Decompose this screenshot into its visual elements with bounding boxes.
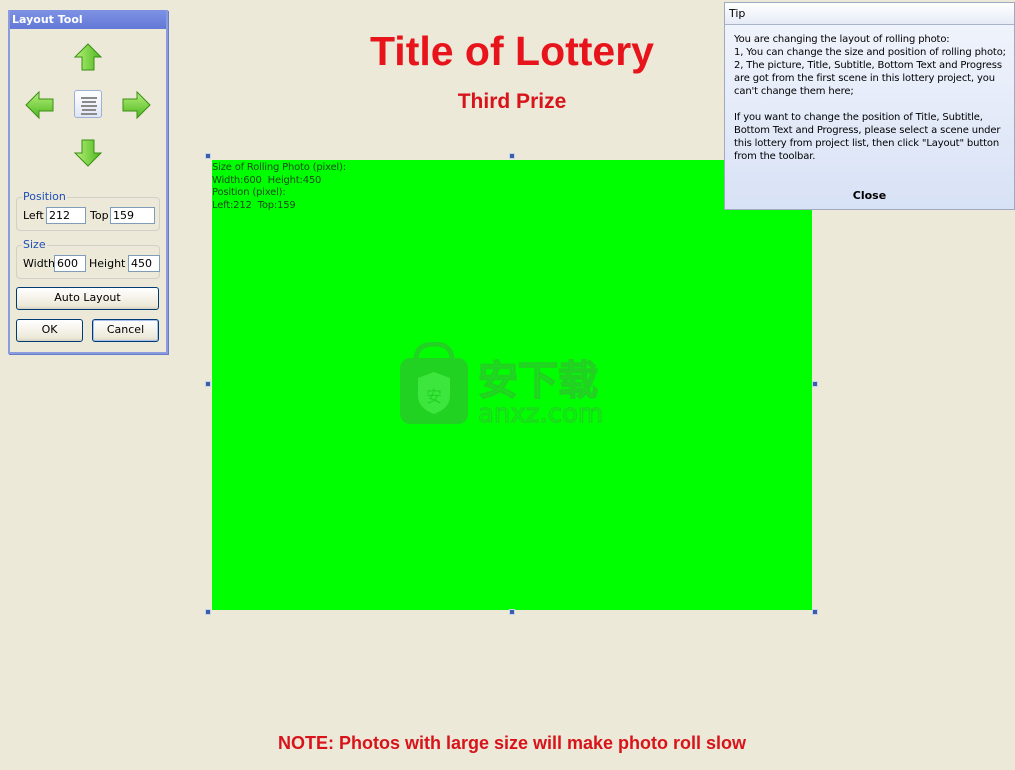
move-left-button[interactable]: [24, 90, 56, 120]
arrow-right-icon: [122, 90, 151, 120]
auto-layout-button[interactable]: Auto Layout: [16, 287, 159, 310]
move-up-button[interactable]: [72, 42, 104, 72]
center-align-button[interactable]: [74, 90, 102, 118]
tip-paragraph: If you want to change the position of Ti…: [734, 112, 1001, 162]
layout-tool-titlebar[interactable]: Layout Tool: [10, 10, 166, 29]
resize-handle-bottom-right[interactable]: [812, 609, 818, 615]
align-line: [82, 101, 96, 103]
position-legend: Position: [22, 190, 67, 204]
watermark-domain: anxz.com: [478, 399, 603, 427]
resize-handle-top[interactable]: [509, 153, 515, 159]
top-label: Top: [90, 209, 109, 222]
cancel-button[interactable]: Cancel: [92, 319, 159, 342]
resize-handle-bottom[interactable]: [509, 609, 515, 615]
watermark-text: 安下载: [478, 358, 598, 404]
watermark: 安 安下载 anxz.com: [398, 341, 618, 430]
arrow-up-icon: [73, 43, 103, 71]
tip-body: You are changing the layout of rolling p…: [734, 33, 1014, 163]
top-input[interactable]: [110, 207, 155, 224]
arrow-left-icon: [25, 90, 54, 120]
resize-handle-bottom-left[interactable]: [205, 609, 211, 615]
ok-button[interactable]: OK: [16, 319, 83, 342]
photo-info-line: Position (pixel):: [212, 187, 286, 198]
tip-titlebar[interactable]: Tip: [725, 3, 1014, 25]
layout-tool-dialog: Layout Tool Position Left 212 Top 159 Si…: [8, 10, 168, 354]
resize-handle-left[interactable]: [205, 381, 211, 387]
bottom-note: NOTE: Photos with large size will make p…: [277, 733, 747, 753]
height-input[interactable]: [128, 255, 160, 272]
watermark-bag-icon: 安 安下载 anxz.com: [400, 341, 604, 430]
position-group: Position Left Top: [16, 190, 160, 231]
tip-dialog: Tip You are changing the layout of rolli…: [724, 2, 1015, 210]
prize-subtitle: Third Prize: [457, 90, 567, 113]
lottery-title: Title of Lottery: [370, 28, 654, 74]
tip-close-button[interactable]: Close: [725, 189, 1014, 203]
size-legend: Size: [22, 238, 47, 252]
resize-handle-top-left[interactable]: [205, 153, 211, 159]
tip-paragraph: You are changing the layout of rolling p…: [734, 34, 1006, 97]
size-group: Size Width Height: [16, 238, 160, 279]
left-label: Left: [23, 209, 44, 222]
photo-info-line: Width:600 Height:450: [212, 174, 322, 186]
resize-handle-right[interactable]: [812, 381, 818, 387]
align-line: [81, 105, 97, 107]
align-line: [81, 113, 97, 115]
width-label: Width: [23, 257, 55, 270]
photo-info-line: Left:212 Top:159: [212, 199, 296, 211]
photo-info: Size of Rolling Photo (pixel): Width:600…: [212, 162, 346, 212]
align-line: [82, 109, 96, 111]
move-down-button[interactable]: [72, 138, 104, 168]
width-input[interactable]: [54, 255, 86, 272]
left-input[interactable]: [46, 207, 86, 224]
svg-text:安: 安: [426, 387, 442, 406]
move-right-button[interactable]: [120, 90, 152, 120]
height-label: Height: [89, 257, 126, 270]
align-center-icon: [81, 97, 97, 99]
arrow-down-icon: [73, 139, 103, 167]
photo-info-line: Size of Rolling Photo (pixel):: [212, 162, 346, 173]
